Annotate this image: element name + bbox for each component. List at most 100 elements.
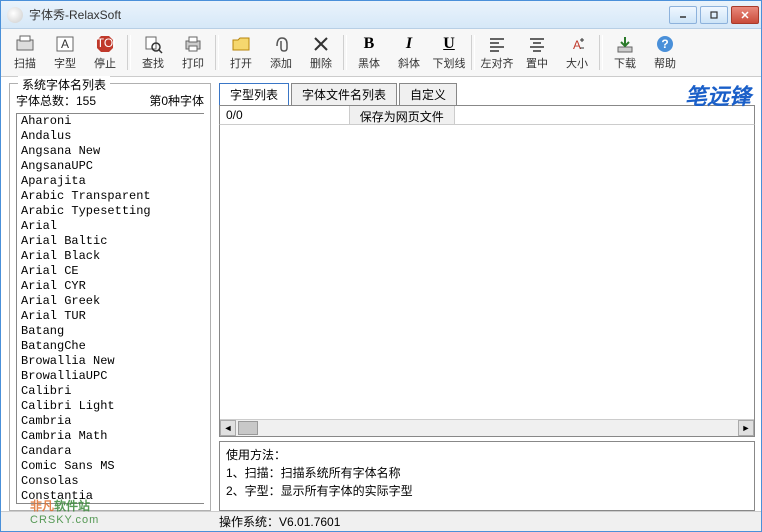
scan-button[interactable]: 扫描: [5, 31, 45, 74]
brand-logo: 笔远锋: [685, 79, 751, 111]
alignleft-button[interactable]: 左对齐: [477, 31, 517, 74]
delete-icon: [311, 34, 331, 54]
scan-icon: [15, 34, 35, 54]
help-button[interactable]: ?帮助: [645, 31, 685, 74]
scroll-left-icon[interactable]: ◄: [220, 420, 236, 436]
list-item[interactable]: Calibri: [17, 384, 204, 399]
download-button[interactable]: 下载: [605, 31, 645, 74]
tab-1[interactable]: 字体文件名列表: [291, 83, 397, 105]
info-title: 使用方法：: [226, 446, 748, 464]
list-item[interactable]: Arabic Typesetting: [17, 204, 204, 219]
italic-button[interactable]: I斜体: [389, 31, 429, 74]
delete-button[interactable]: 删除: [301, 31, 341, 74]
font-nth-label: 第0种字体: [149, 92, 204, 109]
stop-icon: STOP: [95, 34, 115, 54]
bold-button[interactable]: B黑体: [349, 31, 389, 74]
list-item[interactable]: Cambria: [17, 414, 204, 429]
svg-text:STOP: STOP: [95, 36, 115, 50]
window-title: 字体秀-RelaxSoft: [29, 6, 669, 23]
underline-button[interactable]: U下划线: [429, 31, 469, 74]
svg-text:A: A: [573, 38, 581, 52]
svg-text:A: A: [61, 37, 69, 51]
group-legend: 系统字体名列表: [18, 76, 110, 93]
alignleft-icon: [487, 34, 507, 54]
attach-icon: [271, 34, 291, 54]
center-icon: [527, 34, 547, 54]
list-item[interactable]: Arial: [17, 219, 204, 234]
list-item[interactable]: Arial Baltic: [17, 234, 204, 249]
close-button[interactable]: [731, 6, 759, 24]
font-button[interactable]: A字型: [45, 31, 85, 74]
status-os: 操作系统：V6.01.7601: [219, 513, 340, 530]
save-as-webpage-button[interactable]: 保存为网页文件: [349, 106, 455, 124]
maximize-button[interactable]: [700, 6, 728, 24]
find-button[interactable]: 查找: [133, 31, 173, 74]
list-item[interactable]: Calibri Light: [17, 399, 204, 414]
counter-label: 0/0: [220, 106, 249, 124]
list-item[interactable]: Aparajita: [17, 174, 204, 189]
print-button[interactable]: 打印: [173, 31, 213, 74]
font-list-header: 字体总数：155 第0种字体: [16, 92, 204, 109]
list-item[interactable]: Arial Black: [17, 249, 204, 264]
scroll-thumb[interactable]: [238, 421, 258, 435]
info-line2: 2、字型：显示所有字体的实际字型: [226, 482, 748, 500]
font-icon: A: [55, 34, 75, 54]
statusbar: 操作系统：V6.01.7601: [1, 511, 761, 531]
preview-canvas[interactable]: [220, 125, 754, 419]
list-item[interactable]: Arial TUR: [17, 309, 204, 324]
list-item[interactable]: Candara: [17, 444, 204, 459]
list-item[interactable]: Browallia New: [17, 354, 204, 369]
left-panel: 系统字体名列表 字体总数：155 第0种字体 AharoniAndalusAng…: [1, 77, 215, 511]
find-icon: [143, 34, 163, 54]
size-icon: A: [567, 34, 587, 54]
list-item[interactable]: Arial CYR: [17, 279, 204, 294]
list-item[interactable]: Constantia: [17, 489, 204, 504]
list-item[interactable]: Andalus: [17, 129, 204, 144]
list-item[interactable]: Cambria Math: [17, 429, 204, 444]
list-item[interactable]: AngsanaUPC: [17, 159, 204, 174]
font-list-group: 系统字体名列表 字体总数：155 第0种字体 AharoniAndalusAng…: [9, 83, 211, 511]
italic-icon: I: [399, 34, 419, 54]
list-item[interactable]: Arabic Transparent: [17, 189, 204, 204]
font-listbox[interactable]: AharoniAndalusAngsana NewAngsanaUPCApara…: [16, 113, 204, 504]
info-line1: 1、扫描：扫描系统所有字体名称: [226, 464, 748, 482]
add-button[interactable]: 添加: [261, 31, 301, 74]
toolbar: 扫描 A字型 STOP停止 查找 打印 打开 添加 删除 B黑体 I斜体 U下划…: [1, 29, 761, 77]
bold-icon: B: [359, 34, 379, 54]
list-item[interactable]: Arial CE: [17, 264, 204, 279]
window-buttons: [669, 6, 759, 24]
list-item[interactable]: BrowalliaUPC: [17, 369, 204, 384]
separator: [471, 35, 475, 70]
sub-header: 0/0 保存为网页文件: [219, 105, 755, 125]
list-item[interactable]: Angsana New: [17, 144, 204, 159]
app-icon: [7, 7, 23, 23]
os-label: 操作系统：: [219, 515, 279, 529]
list-item[interactable]: Arial Greek: [17, 294, 204, 309]
list-item[interactable]: Batang: [17, 324, 204, 339]
separator: [215, 35, 219, 70]
font-total-label: 字体总数：155: [16, 92, 96, 109]
list-item[interactable]: Aharoni: [17, 114, 204, 129]
info-box: 使用方法： 1、扫描：扫描系统所有字体名称 2、字型：显示所有字体的实际字型: [219, 441, 755, 511]
open-button[interactable]: 打开: [221, 31, 261, 74]
list-item[interactable]: BatangChe: [17, 339, 204, 354]
print-icon: [183, 34, 203, 54]
help-icon: ?: [655, 34, 675, 54]
tab-0[interactable]: 字型列表: [219, 83, 289, 105]
minimize-button[interactable]: [669, 6, 697, 24]
list-item[interactable]: Comic Sans MS: [17, 459, 204, 474]
separator: [343, 35, 347, 70]
scroll-right-icon[interactable]: ►: [738, 420, 754, 436]
open-icon: [231, 34, 251, 54]
center-button[interactable]: 置中: [517, 31, 557, 74]
list-item[interactable]: Consolas: [17, 474, 204, 489]
horizontal-scrollbar[interactable]: ◄ ►: [220, 419, 754, 436]
size-button[interactable]: A大小: [557, 31, 597, 74]
titlebar: 字体秀-RelaxSoft: [1, 1, 761, 29]
stop-button[interactable]: STOP停止: [85, 31, 125, 74]
preview-area: ◄ ►: [219, 125, 755, 437]
os-value: V6.01.7601: [279, 515, 340, 529]
svg-text:?: ?: [661, 37, 668, 51]
main-area: 系统字体名列表 字体总数：155 第0种字体 AharoniAndalusAng…: [1, 77, 761, 511]
tab-2[interactable]: 自定义: [399, 83, 457, 105]
